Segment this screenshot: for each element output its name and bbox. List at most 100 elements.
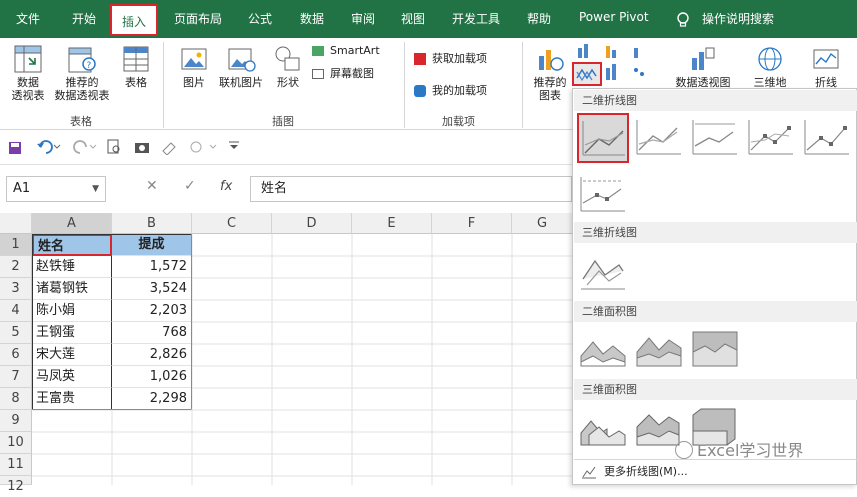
area-chart-icon — [580, 341, 626, 367]
undo-icon[interactable] — [36, 139, 62, 155]
watermark-logo-icon — [675, 441, 693, 459]
camera-icon[interactable] — [134, 140, 150, 154]
3d-line-option[interactable] — [579, 249, 627, 293]
line-with-markers-option[interactable] — [747, 116, 795, 160]
addins-icon — [414, 85, 426, 97]
recommended-pivot-button[interactable]: ? 推荐的 数据透视表 — [50, 44, 114, 102]
row-header[interactable]: 10 — [0, 432, 32, 454]
name-box-value: A1 — [13, 181, 31, 196]
shapes-qat-icon[interactable] — [188, 139, 218, 155]
formula-controls: ✕ ✓ fx — [114, 176, 254, 202]
column-header[interactable]: F — [432, 213, 512, 234]
online-pictures-button[interactable]: 联机图片 — [214, 44, 268, 89]
select-all-corner[interactable] — [0, 213, 32, 234]
column-header[interactable]: A — [32, 213, 112, 234]
recommended-charts-label: 推荐的 图表 — [533, 76, 567, 102]
table-button[interactable]: 表格 — [118, 44, 154, 89]
row-header[interactable]: 1 — [0, 234, 32, 256]
get-addins-button[interactable]: 获取加载项 — [414, 52, 510, 65]
row-header[interactable]: 2 — [0, 256, 32, 278]
column-header[interactable]: C — [192, 213, 272, 234]
online-pictures-label: 联机图片 — [219, 76, 263, 89]
area-chart-option[interactable] — [579, 328, 627, 372]
3d-area-option[interactable] — [579, 405, 627, 449]
line-chart-dropdown: 二维折线图 三维折线图 二维面积图 三维面积图 Excel学习世界 更多折线图(… — [572, 88, 857, 485]
smartart-button[interactable]: SmartArt — [312, 44, 392, 57]
my-addins-button[interactable]: 我的加载项 — [414, 84, 514, 97]
row-header[interactable]: 3 — [0, 278, 32, 300]
percent-stacked-line-markers-icon — [580, 177, 625, 212]
row-header[interactable]: 5 — [0, 322, 32, 344]
pivot-chart-button[interactable]: 数据透视图 — [668, 44, 738, 89]
customize-qat-icon[interactable] — [228, 141, 240, 151]
menu-home[interactable]: 开始 — [72, 10, 96, 27]
picture-icon — [181, 48, 207, 70]
column-header[interactable]: B — [112, 213, 192, 234]
100-stacked-area-option[interactable] — [691, 328, 739, 372]
save-icon[interactable] — [8, 141, 22, 155]
stacked-area-option[interactable] — [635, 328, 683, 372]
table-label: 表格 — [125, 76, 147, 89]
menu-file[interactable]: 文件 — [16, 10, 40, 27]
formula-input[interactable]: 姓名 — [250, 176, 572, 202]
group-label-addins: 加载项 — [442, 115, 475, 128]
pictures-button[interactable]: 图片 — [174, 44, 214, 89]
100-stacked-line-option[interactable] — [691, 116, 739, 160]
3d-line-icon — [581, 259, 625, 290]
print-preview-icon[interactable] — [106, 139, 122, 155]
column-header[interactable]: E — [352, 213, 432, 234]
insert-function-button[interactable]: fx — [220, 179, 232, 194]
row-header[interactable]: 7 — [0, 366, 32, 388]
menu-help[interactable]: 帮助 — [527, 10, 551, 27]
shapes-label: 形状 — [277, 76, 299, 89]
stacked-line-option[interactable] — [635, 116, 683, 160]
line-chart-dropdown-button[interactable] — [572, 62, 602, 86]
group-label-illustrations: 插图 — [272, 115, 294, 128]
menu-data[interactable]: 数据 — [300, 10, 324, 27]
pivot-table-label: 数据 透视表 — [11, 76, 45, 102]
line-chart-option[interactable] — [577, 113, 629, 163]
row-header[interactable]: 8 — [0, 388, 32, 410]
menu-developer[interactable]: 开发工具 — [452, 10, 500, 27]
lightbulb-icon — [677, 12, 689, 27]
more-line-charts-item[interactable]: 更多折线图(M)... — [574, 460, 857, 484]
stacked-area-icon — [636, 337, 682, 367]
pivot-chart-icon — [692, 47, 715, 70]
cancel-icon[interactable]: ✕ — [146, 178, 158, 194]
shapes-button[interactable]: 形状 — [270, 44, 306, 89]
menu-view[interactable]: 视图 — [401, 10, 425, 27]
format-painter-icon[interactable] — [160, 139, 180, 155]
stacked-line-markers-option[interactable] — [803, 116, 851, 160]
quick-access-toolbar — [0, 131, 572, 165]
name-box[interactable]: A1 ▼ — [6, 176, 106, 202]
menu-page-layout[interactable]: 页面布局 — [174, 10, 222, 27]
menu-power-pivot[interactable]: Power Pivot — [579, 10, 649, 24]
menu-insert[interactable]: 插入 — [110, 4, 159, 36]
screenshot-button[interactable]: 屏幕截图 — [312, 67, 396, 80]
recommended-charts-button[interactable]: 推荐的 图表 — [530, 44, 570, 102]
pivot-table-button[interactable]: 数据 透视表 — [6, 44, 50, 102]
recommended-pivot-icon: ? — [68, 47, 96, 73]
smartart-icon — [312, 46, 324, 56]
row-header[interactable]: 9 — [0, 410, 32, 432]
3d-map-button[interactable]: 三维地 — [748, 44, 792, 89]
section-header-2d-area: 二维面积图 — [574, 301, 857, 322]
menu-review[interactable]: 审阅 — [351, 10, 375, 27]
row-header[interactable]: 11 — [0, 454, 32, 476]
sparkline-button[interactable]: 折线 — [806, 44, 846, 89]
svg-text:?: ? — [87, 61, 92, 71]
sparkline-icon — [813, 49, 839, 69]
chevron-down-icon: ▼ — [92, 184, 99, 194]
redo-icon[interactable] — [72, 139, 98, 155]
menu-formulas[interactable]: 公式 — [248, 10, 272, 27]
column-header[interactable]: G — [512, 213, 572, 234]
100-stacked-line-markers-option[interactable] — [579, 173, 627, 217]
row-header[interactable]: 6 — [0, 344, 32, 366]
row-header[interactable]: 4 — [0, 300, 32, 322]
row-header[interactable]: 12 — [0, 476, 32, 494]
menu-bar: 文件 开始 插入 页面布局 公式 数据 审阅 视图 开发工具 帮助 Power … — [0, 0, 857, 38]
column-header[interactable]: D — [272, 213, 352, 234]
confirm-icon[interactable]: ✓ — [184, 178, 196, 194]
menu-tell-me[interactable]: 操作说明搜索 — [702, 10, 774, 27]
pivot-table-icon — [14, 45, 42, 73]
